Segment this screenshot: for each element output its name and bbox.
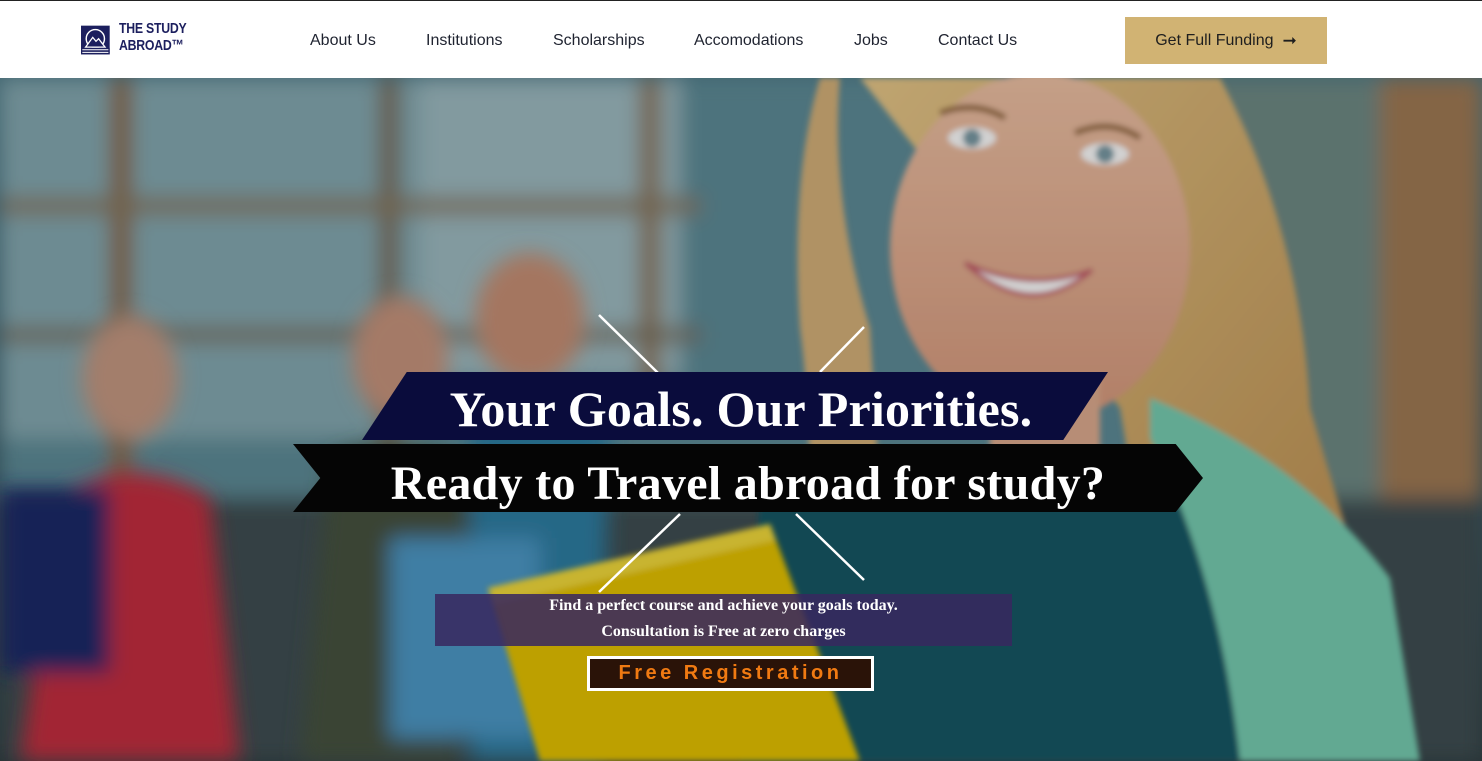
get-full-funding-label: Get Full Funding — [1155, 31, 1274, 49]
site-header: THE STUDY ABROAD™ About Us Institutions … — [0, 0, 1482, 78]
hero-subtext-line2: Consultation is Free at zero charges — [601, 623, 846, 640]
arrow-right-icon: ➞ — [1282, 31, 1297, 50]
nav-item-accomodations[interactable]: Accomodations — [694, 31, 803, 51]
nav-item-about-us[interactable]: About Us — [310, 31, 376, 51]
get-full-funding-button[interactable]: Get Full Funding ➞ — [1125, 17, 1327, 64]
hero-headline-secondary: Ready to Travel abroad for study? — [390, 457, 1106, 510]
nav-item-institutions[interactable]: Institutions — [426, 31, 502, 51]
nav-item-contact-us[interactable]: Contact Us — [938, 31, 1017, 51]
nav-item-jobs[interactable]: Jobs — [854, 31, 888, 51]
nav-item-scholarships[interactable]: Scholarships — [553, 31, 645, 51]
hero-headline-primary: Your Goals. Our Priorities. — [449, 381, 1033, 437]
free-registration-button[interactable]: Free Registration — [587, 656, 874, 691]
hero-section: Your Goals. Our Priorities. Ready to Tra… — [0, 78, 1482, 761]
hero-subtext-line1: Find a perfect course and achieve your g… — [549, 597, 898, 614]
